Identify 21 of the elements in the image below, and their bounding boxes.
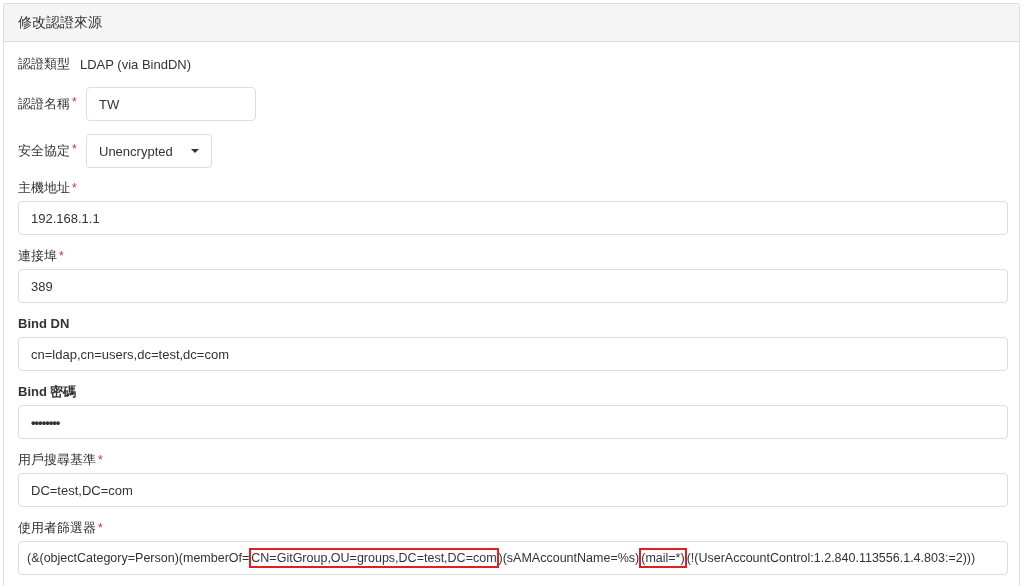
field-label: Bind DN [18,317,71,331]
highlight-box: CN=GitGroup,OU=groups,DC=test,DC=com [249,548,499,568]
field-label: 連接埠* [18,249,65,263]
text-field[interactable]: cn=ldap,cn=users,dc=test,dc=com [18,337,1008,371]
field-value: LDAP (via BindDN) [80,56,192,72]
field-label: 主機地址* [18,181,78,195]
text-field[interactable]: DC=test,DC=com [18,473,1008,507]
filter-field[interactable]: (&(objectCategory=Person)(memberOf= CN=GitGroup,OU=groups,DC=test,DC=com )(sAMAccountName=%s) (mail=*) (!(UserAccountControl:1.2.840.113556.1.4.803:=2))) [18,541,1008,575]
field-label: 認證名稱* [18,95,78,113]
field-label: 使用者篩選器* [18,521,104,535]
protocol-dropdown[interactable]: Unencrypted [86,134,212,168]
caret-icon [191,149,199,153]
text-field[interactable]: 389 [18,269,1008,303]
panel-title: 修改認證來源 [18,13,102,32]
text-field[interactable]: TW [86,87,256,121]
field-label: 用戶搜尋基準* [18,453,104,467]
field-label: 安全協定* [18,142,78,160]
password-field[interactable]: •••••••• [18,405,1008,439]
text-field[interactable]: 192.168.1.1 [18,201,1008,235]
field-label: Bind 密碼 [18,385,78,399]
highlight-box: (mail=*) [639,548,687,568]
